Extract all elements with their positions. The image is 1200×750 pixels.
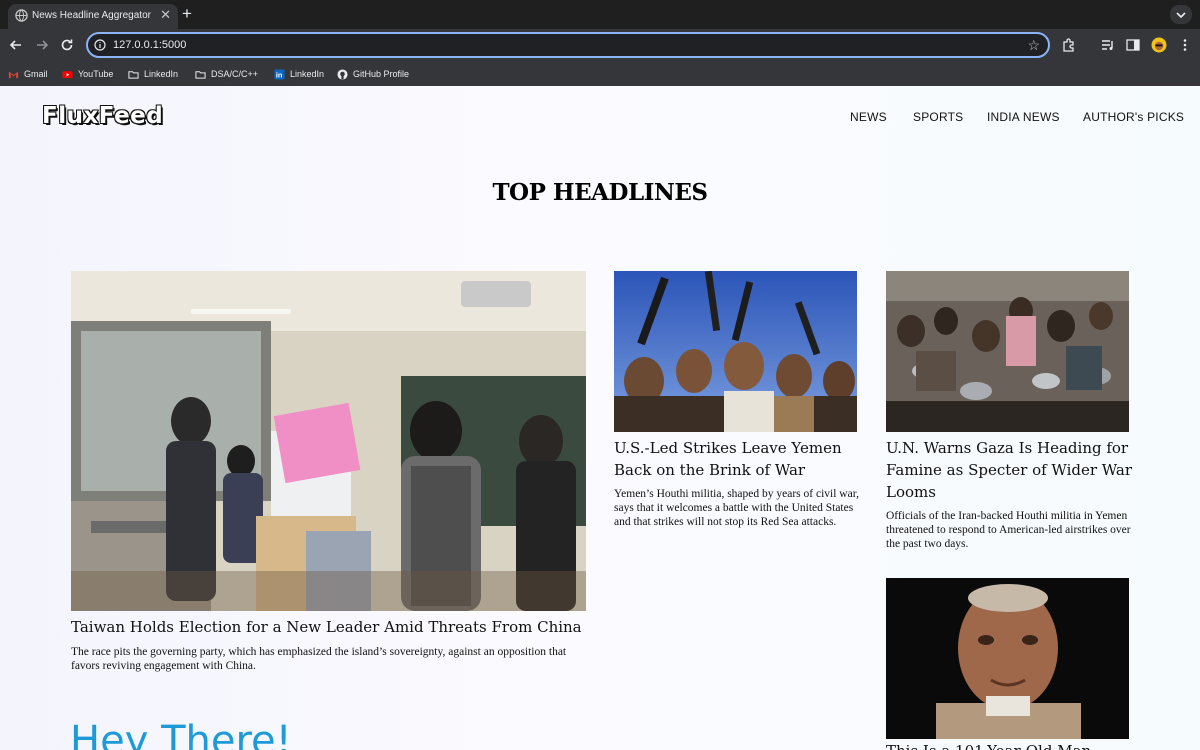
linkedin-icon: in — [274, 68, 285, 79]
greeting-heading: Hey There! — [70, 718, 292, 750]
page-heading: TOP HEADLINES — [492, 179, 708, 206]
article-image-gaza[interactable] — [886, 271, 1129, 432]
close-tab-icon[interactable]: ✕ — [160, 7, 171, 23]
gaza-photo — [886, 271, 1129, 432]
chevron-down-icon — [1176, 12, 1186, 19]
yemen-photo — [614, 271, 857, 432]
portrait-photo — [886, 578, 1129, 739]
folder-icon — [195, 70, 206, 79]
tab-search-button[interactable] — [1170, 5, 1192, 24]
address-bar[interactable]: 127.0.0.1:5000 ☆ — [86, 32, 1050, 58]
article-image-portrait[interactable] — [886, 578, 1129, 739]
bookmark-github[interactable]: GitHub Profile — [337, 67, 409, 81]
media-control-icon[interactable] — [1100, 37, 1116, 53]
article-title-taiwan[interactable]: Taiwan Holds Election for a New Leader A… — [71, 616, 591, 638]
election-photo — [71, 271, 586, 611]
browser-toolbar: 127.0.0.1:5000 ☆ — [0, 29, 1200, 62]
article-title-portrait[interactable]: This Is a 101-Year-Old Man — [886, 742, 1091, 750]
article-image-yemen[interactable] — [614, 271, 857, 432]
profile-avatar-icon[interactable] — [1151, 37, 1167, 53]
article-desc-gaza: Officials of the Iran-backed Houthi mili… — [886, 510, 1131, 550]
site-info-icon[interactable] — [94, 39, 106, 51]
bookmark-youtube[interactable]: YouTube — [62, 67, 113, 81]
new-tab-button[interactable]: + — [182, 4, 192, 24]
reload-icon[interactable] — [59, 37, 75, 53]
folder-icon — [128, 70, 139, 79]
svg-text:in: in — [276, 70, 283, 79]
article-title-gaza[interactable]: U.N. Warns Gaza Is Heading for Famine as… — [886, 437, 1136, 503]
browser-tab[interactable]: News Headline Aggregator ✕ — [8, 4, 178, 29]
page-content: FluxFeed NEWS SPORTS INDIA NEWS AUTHOR's… — [0, 86, 1200, 750]
forward-arrow-icon[interactable] — [34, 37, 50, 53]
bookmark-folder-dsa[interactable]: DSA/C/C++ — [195, 67, 258, 81]
article-desc-taiwan: The race pits the governing party, which… — [71, 646, 567, 672]
article-desc-yemen: Yemen’s Houthi militia, shaped by years … — [614, 488, 859, 528]
bookmark-folder-linkedin[interactable]: LinkedIn — [128, 67, 178, 81]
article-title-yemen[interactable]: U.S.-Led Strikes Leave Yemen Back on the… — [614, 437, 864, 481]
browser-tab-bar: News Headline Aggregator ✕ + — [0, 0, 1200, 29]
youtube-icon — [62, 70, 73, 78]
nav-sports[interactable]: SPORTS — [913, 110, 963, 124]
bookmark-star-icon[interactable]: ☆ — [1027, 37, 1040, 54]
site-logo[interactable]: FluxFeed — [41, 102, 163, 130]
nav-india-news[interactable]: INDIA NEWS — [987, 110, 1060, 124]
back-arrow-icon[interactable] — [8, 37, 24, 53]
bookmark-gmail[interactable]: Gmail — [8, 67, 48, 81]
extensions-icon[interactable] — [1061, 37, 1077, 53]
globe-icon — [15, 9, 28, 22]
gmail-icon — [8, 71, 19, 78]
tab-title: News Headline Aggregator — [32, 10, 151, 21]
bookmark-linkedin[interactable]: in LinkedIn — [274, 67, 324, 81]
bookmarks-bar: Gmail YouTube LinkedIn DSA/C/C++ in Link… — [0, 62, 1200, 86]
kebab-menu-icon[interactable] — [1177, 37, 1193, 53]
nav-news[interactable]: NEWS — [850, 110, 887, 124]
nav-authors-picks[interactable]: AUTHOR's PICKS — [1083, 110, 1184, 124]
github-icon — [337, 68, 348, 80]
side-panel-icon[interactable] — [1125, 37, 1141, 53]
url-text[interactable]: 127.0.0.1:5000 — [113, 39, 186, 51]
article-image-taiwan-election[interactable] — [71, 271, 586, 611]
